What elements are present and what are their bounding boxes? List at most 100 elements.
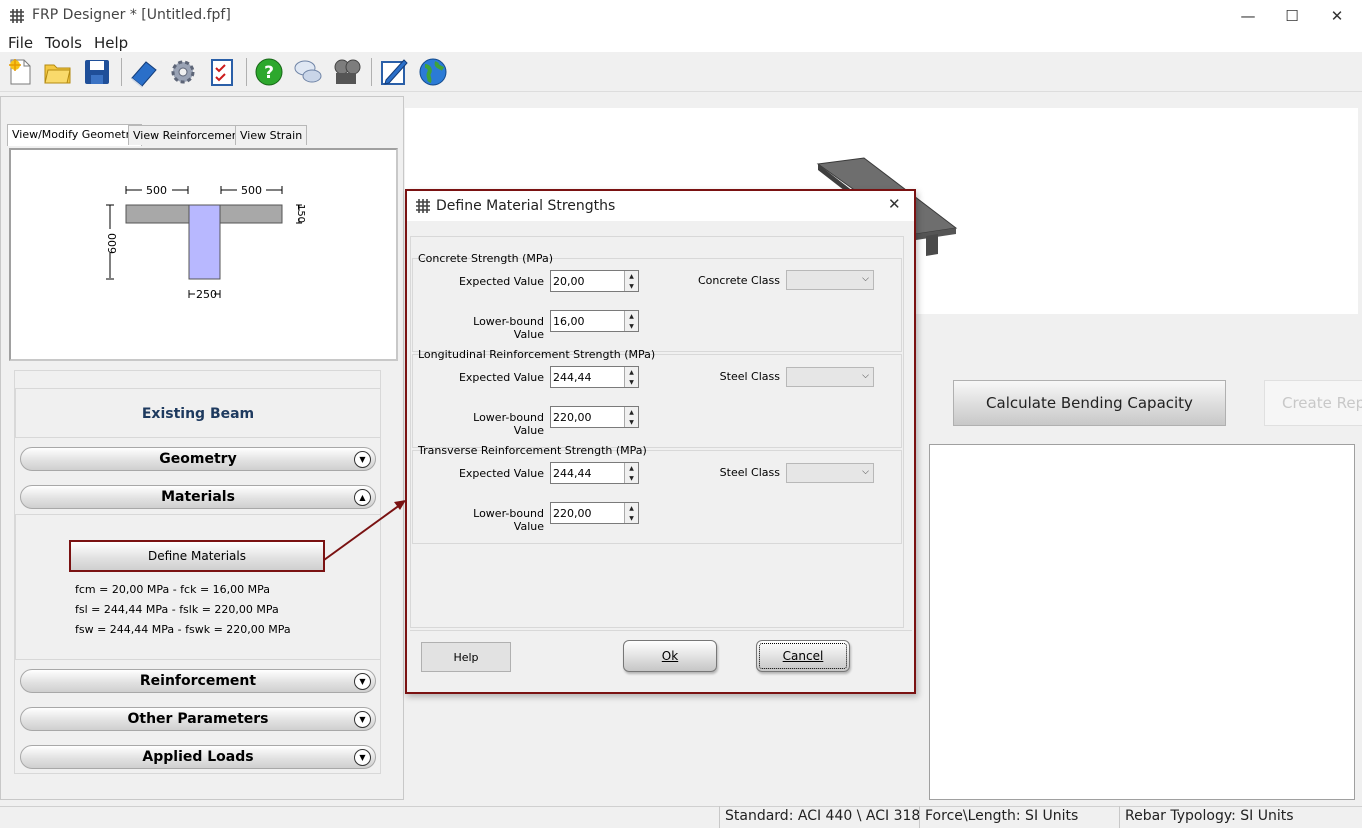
window-title: FRP Designer * [Untitled.fpf] bbox=[32, 7, 231, 23]
expected-value-label: Expected Value bbox=[458, 467, 544, 480]
concrete-class-select[interactable]: ⌵ bbox=[786, 270, 874, 290]
spin-down-icon[interactable]: ▼ bbox=[625, 417, 638, 427]
concrete-lower-spinner[interactable]: ▲ ▼ bbox=[550, 310, 639, 332]
spin-up-icon[interactable]: ▲ bbox=[625, 463, 638, 473]
section-label: Other Parameters bbox=[127, 711, 269, 727]
app-logo-icon bbox=[416, 199, 430, 213]
section-label: Geometry bbox=[159, 451, 237, 467]
spin-down-icon[interactable]: ▼ bbox=[625, 513, 638, 523]
existing-beam-title: Existing Beam bbox=[141, 406, 255, 422]
chat-icon[interactable] bbox=[292, 56, 324, 88]
dim-web-width: 250 bbox=[196, 288, 217, 301]
status-rebar-typology: Rebar Typology: SI Units bbox=[1125, 808, 1294, 824]
app-logo-icon bbox=[10, 9, 24, 23]
transverse-lower-spinner[interactable]: ▲ ▼ bbox=[550, 502, 639, 524]
save-icon[interactable] bbox=[81, 56, 113, 88]
dim-flange-right: 500 bbox=[241, 184, 262, 197]
longitudinal-expected-spinner[interactable]: ▲ ▼ bbox=[550, 366, 639, 388]
chevron-down-icon: ▼ bbox=[354, 451, 371, 468]
dialog-help-button[interactable]: Help bbox=[421, 642, 511, 672]
section-other-parameters[interactable]: Other Parameters ▼ bbox=[20, 707, 376, 731]
concrete-lower-input[interactable] bbox=[551, 311, 623, 331]
menu-help[interactable]: Help bbox=[94, 34, 128, 52]
ok-button[interactable]: Ok bbox=[623, 640, 717, 672]
status-standard: Standard: ACI 440 \ ACI 318 bbox=[725, 808, 921, 824]
tab-view-modify-geometry[interactable]: View/Modify Geometry bbox=[7, 124, 142, 146]
edit-icon[interactable] bbox=[378, 56, 410, 88]
menu-tools[interactable]: Tools bbox=[45, 34, 82, 52]
dialog-title: Define Material Strengths bbox=[436, 198, 616, 214]
spin-down-icon[interactable]: ▼ bbox=[625, 377, 638, 387]
tab-view-strain[interactable]: View Strain bbox=[235, 125, 308, 145]
section-label: Materials bbox=[161, 489, 235, 505]
calculate-bending-capacity-button[interactable]: Calculate Bending Capacity bbox=[953, 380, 1226, 426]
define-materials-button[interactable]: Define Materials bbox=[69, 540, 325, 572]
section-reinforcement[interactable]: Reinforcement ▼ bbox=[20, 669, 376, 693]
spinner-buttons: ▲ ▼ bbox=[624, 271, 638, 291]
section-label: Reinforcement bbox=[139, 673, 257, 689]
spin-up-icon[interactable]: ▲ bbox=[625, 407, 638, 417]
spin-down-icon[interactable]: ▼ bbox=[625, 321, 638, 331]
help-icon[interactable]: ? bbox=[253, 56, 285, 88]
section-label: Applied Loads bbox=[142, 749, 254, 765]
chevron-down-icon: ▼ bbox=[354, 711, 371, 728]
spin-down-icon[interactable]: ▼ bbox=[625, 281, 638, 291]
status-separator bbox=[1119, 806, 1120, 828]
transverse-lower-input[interactable] bbox=[551, 503, 623, 523]
dim-flange-thickness: 150 bbox=[295, 203, 307, 224]
section-applied-loads[interactable]: Applied Loads ▼ bbox=[20, 745, 376, 769]
close-button[interactable]: ✕ bbox=[1314, 0, 1360, 32]
menu-file[interactable]: File bbox=[8, 34, 33, 52]
book-icon[interactable] bbox=[128, 56, 160, 88]
lower-bound-label: Lower-bound Value bbox=[473, 315, 544, 341]
new-file-icon[interactable] bbox=[4, 56, 36, 88]
concrete-expected-input[interactable] bbox=[551, 271, 623, 291]
toolbar-separator bbox=[121, 58, 122, 86]
material-summary-transverse: fsw = 244,44 MPa - fswk = 220,00 MPa bbox=[75, 623, 291, 636]
spin-up-icon[interactable]: ▲ bbox=[625, 367, 638, 377]
svg-text:?: ? bbox=[264, 63, 274, 83]
spin-down-icon[interactable]: ▼ bbox=[625, 473, 638, 483]
longitudinal-expected-input[interactable] bbox=[551, 367, 623, 387]
spinner-buttons: ▲ ▼ bbox=[624, 503, 638, 523]
transverse-expected-input[interactable] bbox=[551, 463, 623, 483]
spin-up-icon[interactable]: ▲ bbox=[625, 311, 638, 321]
steel-class-label: Steel Class bbox=[719, 370, 780, 383]
transverse-expected-spinner[interactable]: ▲ ▼ bbox=[550, 462, 639, 484]
concrete-expected-spinner[interactable]: ▲ ▼ bbox=[550, 270, 639, 292]
chevron-down-icon: ▼ bbox=[354, 749, 371, 766]
spinner-buttons: ▲ ▼ bbox=[624, 407, 638, 427]
toolbar-separator bbox=[246, 58, 247, 86]
create-report-button[interactable]: Create Rep bbox=[1264, 380, 1362, 426]
spin-up-icon[interactable]: ▲ bbox=[625, 271, 638, 281]
longitudinal-steel-class-select[interactable]: ⌵ bbox=[786, 367, 874, 387]
checklist-icon[interactable] bbox=[206, 56, 238, 88]
chevron-down-icon: ⌵ bbox=[862, 467, 869, 477]
dialog-close-icon[interactable]: ✕ bbox=[888, 195, 901, 213]
globe-icon[interactable] bbox=[417, 56, 449, 88]
tab-view-reinforcement[interactable]: View Reinforcement bbox=[128, 125, 249, 145]
material-summary-longitudinal: fsl = 244,44 MPa - fslk = 220,00 MPa bbox=[75, 603, 279, 616]
minimize-button[interactable]: — bbox=[1225, 0, 1271, 32]
group-title: Transverse Reinforcement Strength (MPa) bbox=[418, 444, 647, 457]
longitudinal-lower-spinner[interactable]: ▲ ▼ bbox=[550, 406, 639, 428]
chevron-down-icon: ⌵ bbox=[862, 371, 869, 381]
toolbar-separator bbox=[371, 58, 372, 86]
gear-icon[interactable] bbox=[167, 56, 199, 88]
group-title: Concrete Strength (MPa) bbox=[418, 252, 554, 265]
expected-value-label: Expected Value bbox=[458, 275, 544, 288]
spin-up-icon[interactable]: ▲ bbox=[625, 503, 638, 513]
section-geometry[interactable]: Geometry ▼ bbox=[20, 447, 376, 471]
spinner-buttons: ▲ ▼ bbox=[624, 311, 638, 331]
cancel-button[interactable]: Cancel bbox=[756, 640, 850, 672]
status-force-length: Force\Length: SI Units bbox=[925, 808, 1079, 824]
expected-value-label: Expected Value bbox=[458, 371, 544, 384]
film-icon[interactable] bbox=[331, 56, 363, 88]
longitudinal-lower-input[interactable] bbox=[551, 407, 623, 427]
open-folder-icon[interactable] bbox=[42, 56, 74, 88]
transverse-steel-class-select[interactable]: ⌵ bbox=[786, 463, 874, 483]
spinner-buttons: ▲ ▼ bbox=[624, 367, 638, 387]
status-separator bbox=[919, 806, 920, 828]
chevron-down-icon: ▼ bbox=[354, 673, 371, 690]
maximize-button[interactable]: ☐ bbox=[1269, 0, 1315, 32]
